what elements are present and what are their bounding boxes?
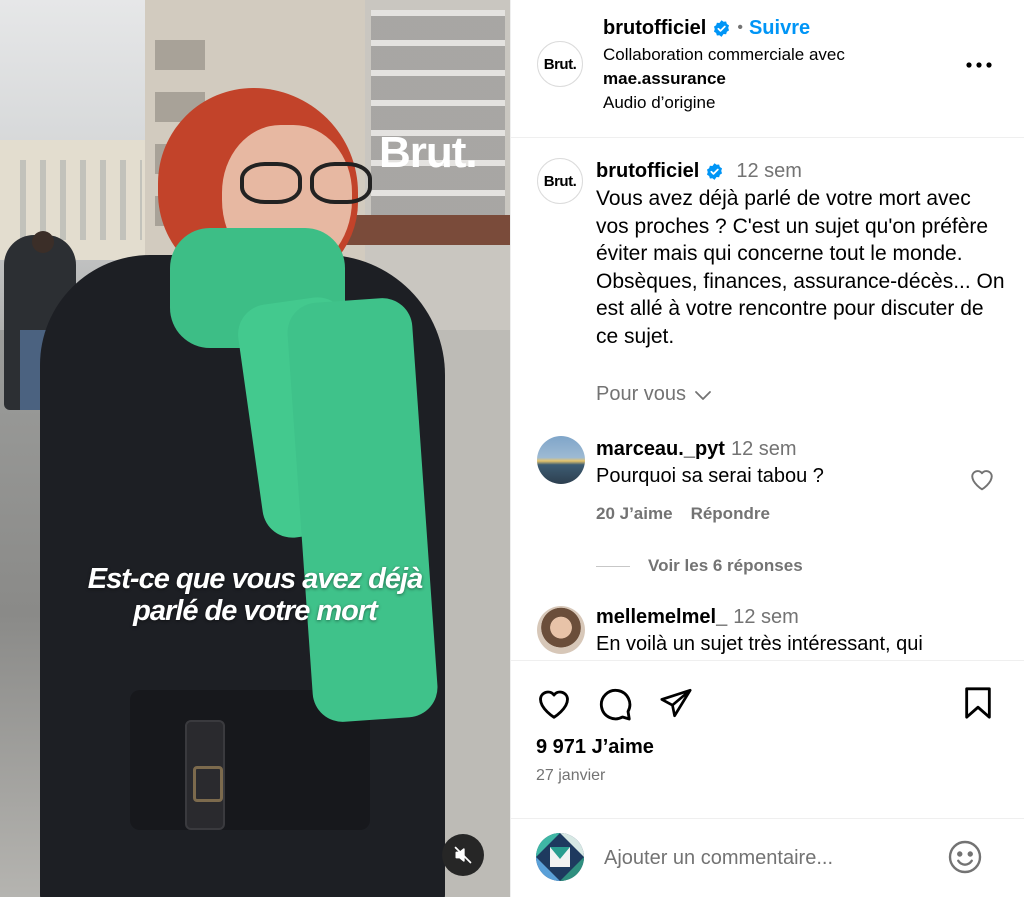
more-options-button[interactable] — [963, 54, 995, 76]
for-you-toggle[interactable]: Pour vous — [596, 383, 712, 406]
view-replies-button[interactable]: Voir les 6 réponses — [596, 556, 803, 576]
comment-likes-count[interactable]: 20 J’aime — [596, 504, 673, 524]
add-comment-bar — [511, 818, 1024, 897]
current-user-avatar-pattern — [536, 833, 584, 881]
comment-timestamp[interactable]: 12 sem — [731, 438, 797, 461]
comment-meta: 20 J’aime Répondre — [596, 504, 976, 524]
audio-link[interactable]: Audio d’origine — [603, 91, 963, 115]
more-options-icon — [966, 62, 992, 68]
comment-text: En voilà un sujet très intéressant, qui — [596, 633, 923, 655]
comment-clip: mellemelmel_ 12 sem En voilà un sujet tr… — [511, 600, 1024, 660]
video-cafe-awning — [345, 215, 510, 245]
reply-button[interactable]: Répondre — [691, 504, 770, 524]
partner-username[interactable]: mae.assurance — [603, 67, 963, 91]
comment-text: Pourquoi sa serai tabou ? — [596, 465, 824, 487]
commenter-avatar[interactable] — [537, 436, 585, 484]
video-subtitle-line: parlé de votre mort — [133, 595, 378, 627]
speaker-muted-icon — [454, 846, 472, 864]
separator-dot: • — [737, 19, 743, 36]
mute-button[interactable] — [442, 834, 484, 876]
video-watermark: Brut. — [379, 128, 478, 177]
replies-divider-line — [596, 565, 630, 567]
caption-author-avatar[interactable]: Brut. — [537, 158, 583, 204]
post-date[interactable]: 27 janvier — [536, 767, 605, 785]
caption-text: Vous avez déjà parlé de votre mort avec … — [596, 187, 1005, 348]
caption-header: brutofficiel 12 sem — [596, 157, 1006, 185]
emoji-smiley-icon[interactable] — [947, 839, 983, 875]
comment-header: marceau._pyt 12 sem — [596, 438, 976, 461]
commenter-avatar[interactable] — [537, 606, 585, 654]
post-panel: Brut. brutofficiel • Suivre Collaboratio… — [510, 0, 1024, 897]
view-replies-label: Voir les 6 réponses — [648, 556, 803, 575]
comment-like-heart-icon[interactable] — [969, 467, 995, 491]
comment-username[interactable]: marceau._pyt — [596, 438, 725, 461]
post-header: Brut. brutofficiel • Suivre Collaboratio… — [511, 0, 1024, 138]
author-username[interactable]: brutofficiel — [603, 17, 706, 40]
likes-count[interactable]: 9 971 J’aime — [536, 736, 654, 759]
like-heart-icon[interactable] — [536, 686, 572, 720]
video-player[interactable]: Brut. Est-ce que vous avez déjà parlé de… — [0, 0, 510, 897]
verified-badge-icon — [714, 19, 730, 37]
add-comment-input[interactable] — [604, 843, 924, 873]
comment-header: mellemelmel_ 12 sem — [596, 606, 976, 629]
follow-button[interactable]: Suivre — [749, 17, 810, 40]
avatar-logo-text: Brut. — [543, 172, 577, 190]
caption-username[interactable]: brutofficiel — [596, 160, 699, 183]
paid-partnership-label: Collaboration commerciale avec — [603, 45, 845, 64]
video-coat-buckle — [185, 720, 225, 830]
current-user-avatar[interactable] — [536, 833, 584, 881]
verified-badge-icon — [707, 162, 723, 180]
for-you-label: Pour vous — [596, 383, 687, 405]
video-woman-glasses — [240, 162, 372, 204]
post-actions: 9 971 J’aime 27 janvier — [511, 660, 1024, 820]
author-avatar[interactable]: Brut. — [537, 41, 583, 87]
comment-username[interactable]: mellemelmel_ — [596, 606, 727, 629]
caption-timestamp[interactable]: 12 sem — [736, 160, 802, 183]
avatar-logo-text: Brut. — [543, 55, 577, 73]
share-paper-plane-icon[interactable] — [659, 686, 693, 720]
comment: mellemelmel_ 12 sem En voilà un sujet tr… — [596, 606, 976, 658]
chevron-down-icon — [695, 390, 711, 400]
caption: brutofficiel 12 sem Vous avez déjà parlé… — [596, 157, 1006, 350]
save-bookmark-icon[interactable] — [963, 686, 993, 720]
post-header-text: brutofficiel • Suivre Collaboration comm… — [603, 14, 963, 115]
post-header-title-row: brutofficiel • Suivre — [603, 14, 963, 42]
video-subtitle-line: Est-ce que vous avez déjà — [87, 563, 423, 595]
comment-timestamp[interactable]: 12 sem — [733, 606, 799, 629]
video-subtitle: Est-ce que vous avez déjà parlé de votre… — [40, 563, 470, 627]
comment: marceau._pyt 12 sem Pourquoi sa serai ta… — [596, 438, 976, 524]
comment-bubble-icon[interactable] — [597, 686, 633, 722]
